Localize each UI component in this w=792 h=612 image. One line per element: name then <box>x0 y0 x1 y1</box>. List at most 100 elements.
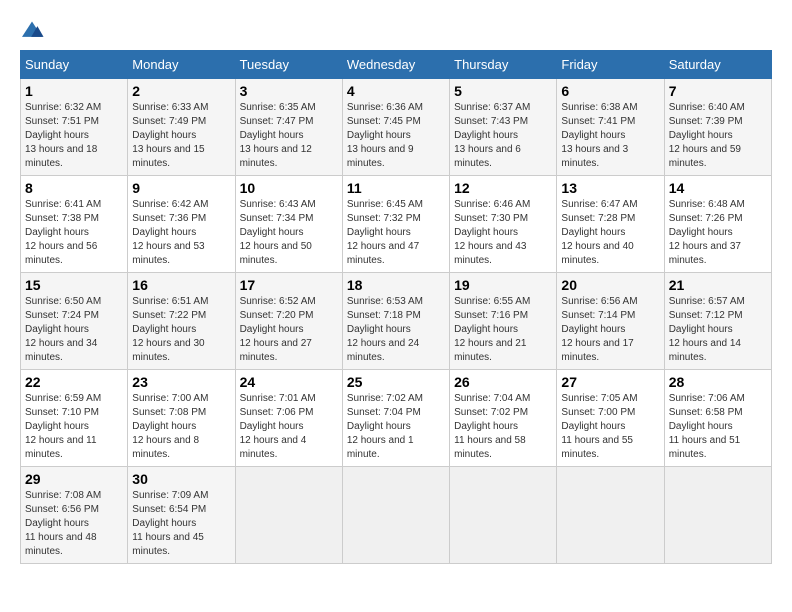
calendar-cell: 29 Sunrise: 7:08 AMSunset: 6:56 PMDayligh… <box>21 467 128 564</box>
header-day-wednesday: Wednesday <box>342 51 449 79</box>
calendar-cell: 6 Sunrise: 6:38 AMSunset: 7:41 PMDaylight… <box>557 79 664 176</box>
calendar-cell: 2 Sunrise: 6:33 AMSunset: 7:49 PMDaylight… <box>128 79 235 176</box>
day-info: Sunrise: 6:47 AMSunset: 7:28 PMDaylight … <box>561 198 659 268</box>
header-day-friday: Friday <box>557 51 664 79</box>
day-number: 16 <box>132 277 230 293</box>
header <box>20 20 772 40</box>
week-row-4: 22Sunrise: 6:59 AMSunset: 7:10 PMDayligh… <box>21 370 772 467</box>
day-info: Sunrise: 6:36 AMSunset: 7:45 PMDaylight … <box>347 101 445 171</box>
day-number: 13 <box>561 180 659 196</box>
calendar-cell: 25Sunrise: 7:02 AMSunset: 7:04 PMDayligh… <box>342 370 449 467</box>
day-info: Sunrise: 6:51 AMSunset: 7:22 PMDaylight … <box>132 295 230 365</box>
day-info: Sunrise: 7:02 AMSunset: 7:04 PMDaylight … <box>347 392 445 462</box>
calendar-cell: 24 Sunrise: 7:01 AMSunset: 7:06 PMDayligh… <box>235 370 342 467</box>
day-number: 23 <box>132 374 230 390</box>
calendar-cell: 21 Sunrise: 6:57 AMSunset: 7:12 PMDayligh… <box>664 273 771 370</box>
calendar-cell: 17Sunrise: 6:52 AMSunset: 7:20 PMDayligh… <box>235 273 342 370</box>
day-info: Sunrise: 6:33 AMSunset: 7:49 PMDaylight … <box>132 101 230 171</box>
day-info: Sunrise: 6:35 AMSunset: 7:47 PMDaylight … <box>240 101 338 171</box>
calendar-cell <box>342 467 449 564</box>
day-number: 24 <box>240 374 338 390</box>
day-info: Sunrise: 6:52 AMSunset: 7:20 PMDaylight … <box>240 295 338 365</box>
day-info: Sunrise: 6:56 AMSunset: 7:14 PMDaylight … <box>561 295 659 365</box>
calendar-cell: 16 Sunrise: 6:51 AMSunset: 7:22 PMDayligh… <box>128 273 235 370</box>
day-number: 5 <box>454 83 552 99</box>
calendar-cell: 1 Sunrise: 6:32 AMSunset: 7:51 PMDaylight… <box>21 79 128 176</box>
calendar-cell: 11 Sunrise: 6:45 AMSunset: 7:32 PMDayligh… <box>342 176 449 273</box>
day-number: 11 <box>347 180 445 196</box>
day-number: 2 <box>132 83 230 99</box>
day-number: 9 <box>132 180 230 196</box>
calendar-cell <box>664 467 771 564</box>
day-info: Sunrise: 7:01 AMSunset: 7:06 PMDaylight … <box>240 392 338 462</box>
day-number: 19 <box>454 277 552 293</box>
week-row-3: 15 Sunrise: 6:50 AMSunset: 7:24 PMDayligh… <box>21 273 772 370</box>
calendar-cell: 8 Sunrise: 6:41 AMSunset: 7:38 PMDaylight… <box>21 176 128 273</box>
calendar-body: 1 Sunrise: 6:32 AMSunset: 7:51 PMDaylight… <box>21 79 772 564</box>
day-number: 8 <box>25 180 123 196</box>
day-info: Sunrise: 6:59 AMSunset: 7:10 PMDaylight … <box>25 392 123 462</box>
calendar-cell: 5Sunrise: 6:37 AMSunset: 7:43 PMDaylight… <box>450 79 557 176</box>
day-number: 30 <box>132 471 230 487</box>
calendar-cell <box>557 467 664 564</box>
day-info: Sunrise: 6:41 AMSunset: 7:38 PMDaylight … <box>25 198 123 268</box>
day-number: 15 <box>25 277 123 293</box>
day-info: Sunrise: 6:55 AMSunset: 7:16 PMDaylight … <box>454 295 552 365</box>
header-day-tuesday: Tuesday <box>235 51 342 79</box>
day-info: Sunrise: 7:09 AMSunset: 6:54 PMDaylight … <box>132 489 230 559</box>
day-info: Sunrise: 6:38 AMSunset: 7:41 PMDaylight … <box>561 101 659 171</box>
day-info: Sunrise: 6:57 AMSunset: 7:12 PMDaylight … <box>669 295 767 365</box>
day-info: Sunrise: 7:00 AMSunset: 7:08 PMDaylight … <box>132 392 230 462</box>
day-number: 27 <box>561 374 659 390</box>
calendar-cell <box>235 467 342 564</box>
day-info: Sunrise: 6:50 AMSunset: 7:24 PMDaylight … <box>25 295 123 365</box>
day-info: Sunrise: 6:45 AMSunset: 7:32 PMDaylight … <box>347 198 445 268</box>
calendar-cell: 9 Sunrise: 6:42 AMSunset: 7:36 PMDaylight… <box>128 176 235 273</box>
day-number: 29 <box>25 471 123 487</box>
calendar-cell: 23 Sunrise: 7:00 AMSunset: 7:08 PMDayligh… <box>128 370 235 467</box>
calendar-cell: 19 Sunrise: 6:55 AMSunset: 7:16 PMDayligh… <box>450 273 557 370</box>
calendar-cell: 22Sunrise: 6:59 AMSunset: 7:10 PMDayligh… <box>21 370 128 467</box>
calendar-cell: 7 Sunrise: 6:40 AMSunset: 7:39 PMDaylight… <box>664 79 771 176</box>
day-info: Sunrise: 7:06 AMSunset: 6:58 PMDaylight … <box>669 392 767 462</box>
day-number: 14 <box>669 180 767 196</box>
day-number: 4 <box>347 83 445 99</box>
calendar-cell: 13 Sunrise: 6:47 AMSunset: 7:28 PMDayligh… <box>557 176 664 273</box>
day-number: 28 <box>669 374 767 390</box>
day-number: 1 <box>25 83 123 99</box>
calendar-cell: 28 Sunrise: 7:06 AMSunset: 6:58 PMDayligh… <box>664 370 771 467</box>
header-day-thursday: Thursday <box>450 51 557 79</box>
header-day-monday: Monday <box>128 51 235 79</box>
day-info: Sunrise: 6:43 AMSunset: 7:34 PMDaylight … <box>240 198 338 268</box>
calendar-cell: 15 Sunrise: 6:50 AMSunset: 7:24 PMDayligh… <box>21 273 128 370</box>
header-day-saturday: Saturday <box>664 51 771 79</box>
calendar-cell: 10 Sunrise: 6:43 AMSunset: 7:34 PMDayligh… <box>235 176 342 273</box>
calendar-cell: 14Sunrise: 6:48 AMSunset: 7:26 PMDayligh… <box>664 176 771 273</box>
day-number: 26 <box>454 374 552 390</box>
day-info: Sunrise: 6:40 AMSunset: 7:39 PMDaylight … <box>669 101 767 171</box>
week-row-1: 1 Sunrise: 6:32 AMSunset: 7:51 PMDaylight… <box>21 79 772 176</box>
day-info: Sunrise: 6:53 AMSunset: 7:18 PMDaylight … <box>347 295 445 365</box>
calendar-cell: 4 Sunrise: 6:36 AMSunset: 7:45 PMDaylight… <box>342 79 449 176</box>
week-row-2: 8 Sunrise: 6:41 AMSunset: 7:38 PMDaylight… <box>21 176 772 273</box>
calendar-cell: 12Sunrise: 6:46 AMSunset: 7:30 PMDayligh… <box>450 176 557 273</box>
logo <box>20 20 48 40</box>
day-number: 10 <box>240 180 338 196</box>
day-number: 12 <box>454 180 552 196</box>
calendar-cell: 26Sunrise: 7:04 AMSunset: 7:02 PMDayligh… <box>450 370 557 467</box>
day-number: 20 <box>561 277 659 293</box>
header-row: SundayMondayTuesdayWednesdayThursdayFrid… <box>21 51 772 79</box>
day-number: 7 <box>669 83 767 99</box>
calendar-cell: 20 Sunrise: 6:56 AMSunset: 7:14 PMDayligh… <box>557 273 664 370</box>
calendar-cell: 18 Sunrise: 6:53 AMSunset: 7:18 PMDayligh… <box>342 273 449 370</box>
day-info: Sunrise: 7:08 AMSunset: 6:56 PMDaylight … <box>25 489 123 559</box>
day-info: Sunrise: 6:42 AMSunset: 7:36 PMDaylight … <box>132 198 230 268</box>
day-info: Sunrise: 6:32 AMSunset: 7:51 PMDaylight … <box>25 101 123 171</box>
day-number: 3 <box>240 83 338 99</box>
calendar-cell: 27 Sunrise: 7:05 AMSunset: 7:00 PMDayligh… <box>557 370 664 467</box>
day-number: 6 <box>561 83 659 99</box>
day-number: 21 <box>669 277 767 293</box>
day-number: 18 <box>347 277 445 293</box>
day-info: Sunrise: 7:05 AMSunset: 7:00 PMDaylight … <box>561 392 659 462</box>
logo-icon <box>20 20 44 40</box>
